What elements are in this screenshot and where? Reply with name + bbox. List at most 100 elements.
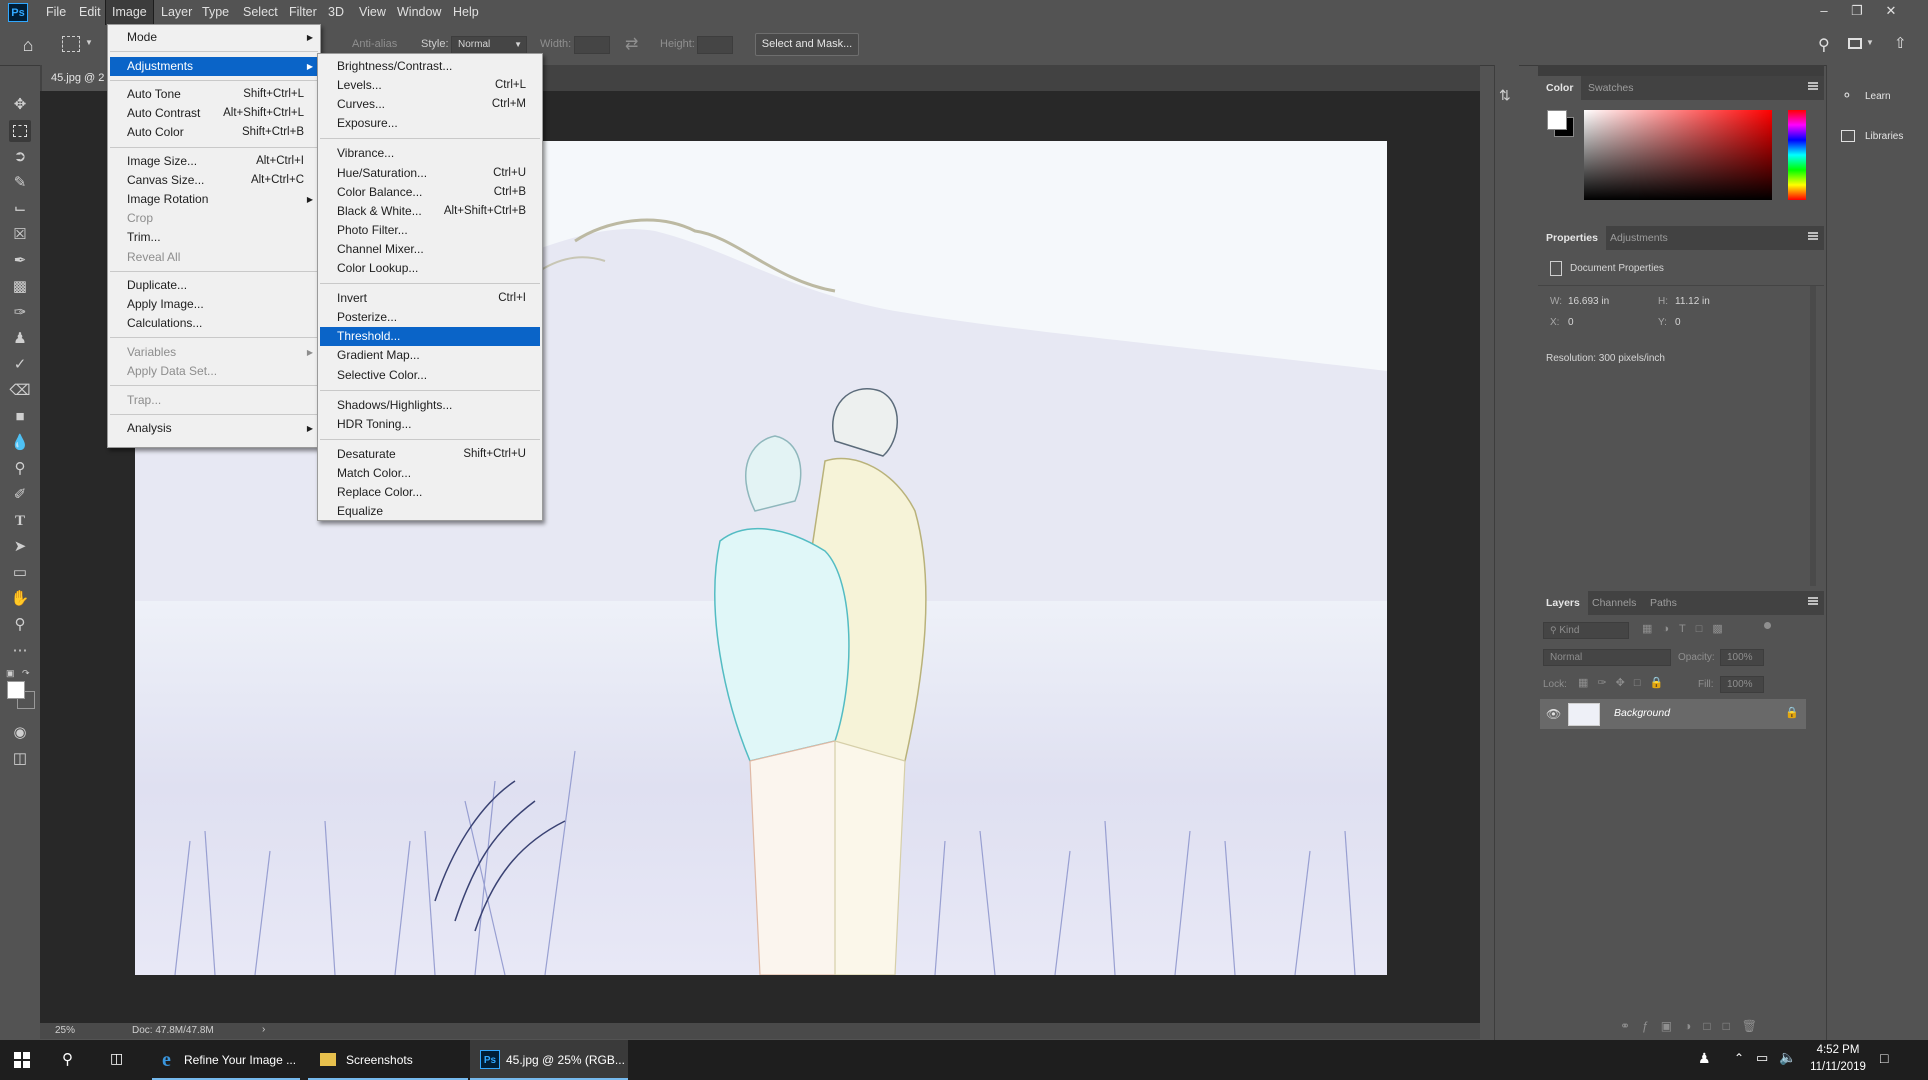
menu-item-duplicate[interactable]: Duplicate... bbox=[110, 276, 318, 295]
width-input[interactable] bbox=[574, 36, 610, 54]
eraser-tool-icon[interactable]: ⌫ bbox=[9, 380, 31, 402]
taskbar-app-edge[interactable]: e Refine Your Image ... bbox=[152, 1040, 300, 1080]
crop-tool-icon[interactable]: ⌙ bbox=[9, 198, 31, 220]
menu-window[interactable]: Window bbox=[391, 0, 447, 25]
menu-item-selective-color[interactable]: Selective Color... bbox=[320, 366, 540, 385]
network-icon[interactable]: ▭ bbox=[1756, 1050, 1768, 1066]
search-icon[interactable]: ⚲ bbox=[1818, 35, 1830, 55]
menu-item-apply-image[interactable]: Apply Image... bbox=[110, 295, 318, 314]
menu-item-auto-contrast[interactable]: Auto Contrast Alt+Shift+Ctrl+L bbox=[110, 104, 318, 123]
type-tool-icon[interactable]: T bbox=[9, 510, 31, 532]
h-value[interactable]: 11.12 in bbox=[1675, 296, 1710, 307]
foreground-color-swatch[interactable] bbox=[7, 681, 25, 699]
menu-item-threshold[interactable]: Threshold... bbox=[320, 327, 540, 347]
w-value[interactable]: 16.693 in bbox=[1568, 296, 1609, 307]
panel-menu-icon[interactable] bbox=[1808, 82, 1818, 90]
menu-item-replace-color[interactable]: Replace Color... bbox=[320, 483, 540, 502]
minimize-icon[interactable]: – bbox=[1811, 2, 1837, 20]
tab-paths[interactable]: Paths bbox=[1642, 591, 1685, 615]
brush-tool-icon[interactable]: ✑ bbox=[9, 302, 31, 324]
blend-mode-select[interactable]: Normal bbox=[1543, 649, 1671, 666]
history-icon[interactable]: ⇅ bbox=[1499, 87, 1511, 104]
history-brush-tool-icon[interactable]: ✓ bbox=[9, 354, 31, 376]
menu-item-invert[interactable]: Invert Ctrl+I bbox=[320, 289, 540, 308]
menu-item-levels[interactable]: Levels... Ctrl+L bbox=[320, 76, 540, 95]
menu-item-calculations[interactable]: Calculations... bbox=[110, 314, 318, 333]
zoom-level[interactable]: 25% bbox=[55, 1025, 75, 1036]
blur-tool-icon[interactable]: 💧 bbox=[9, 432, 31, 454]
menu-item-trim[interactable]: Trim... bbox=[110, 228, 318, 247]
menu-filter[interactable]: Filter bbox=[283, 0, 323, 25]
rectangular-marquee-tool-icon[interactable] bbox=[9, 120, 31, 142]
menu-item-channel-mixer[interactable]: Channel Mixer... bbox=[320, 240, 540, 259]
menu-item-color-lookup[interactable]: Color Lookup... bbox=[320, 259, 540, 278]
menu-item-desaturate[interactable]: Desaturate Shift+Ctrl+U bbox=[320, 445, 540, 464]
healing-brush-tool-icon[interactable]: ▩ bbox=[9, 276, 31, 298]
volume-icon[interactable]: 🔈 bbox=[1779, 1049, 1796, 1066]
menu-item-match-color[interactable]: Match Color... bbox=[320, 464, 540, 483]
menu-item-gradient-map[interactable]: Gradient Map... bbox=[320, 346, 540, 365]
lightbulb-icon[interactable]: ⚬ bbox=[1841, 87, 1853, 104]
learn-button[interactable]: Learn bbox=[1865, 91, 1891, 102]
menu-item-equalize[interactable]: Equalize bbox=[320, 502, 540, 521]
menu-item-image-size[interactable]: Image Size... Alt+Ctrl+I bbox=[110, 152, 318, 171]
dodge-tool-icon[interactable]: ⚲ bbox=[9, 458, 31, 480]
clone-stamp-tool-icon[interactable]: ♟ bbox=[9, 328, 31, 350]
clock-time[interactable]: 4:52 PM bbox=[1808, 1044, 1868, 1056]
layer-name[interactable]: Background bbox=[1614, 707, 1670, 719]
tab-swatches[interactable]: Swatches bbox=[1580, 76, 1642, 100]
tab-properties[interactable]: Properties bbox=[1538, 226, 1606, 250]
frame-tool-icon[interactable]: ☒ bbox=[9, 224, 31, 246]
menu-item-color-balance[interactable]: Color Balance... Ctrl+B bbox=[320, 183, 540, 202]
tab-channels[interactable]: Channels bbox=[1584, 591, 1644, 615]
y-value[interactable]: 0 bbox=[1675, 317, 1681, 328]
photoshop-logo[interactable]: Ps bbox=[8, 3, 28, 22]
swap-icon[interactable]: ⇄ bbox=[625, 34, 638, 54]
menu-item-mode[interactable]: Mode ▶ bbox=[110, 28, 318, 47]
menu-layer[interactable]: Layer bbox=[155, 0, 198, 25]
tab-color[interactable]: Color bbox=[1538, 76, 1582, 100]
menu-view[interactable]: View bbox=[353, 0, 392, 25]
share-icon[interactable]: ⇧ bbox=[1894, 34, 1907, 52]
document-tab[interactable]: 45.jpg @ 2 bbox=[42, 65, 112, 91]
swap-colors-icon[interactable]: ↷ bbox=[22, 668, 30, 679]
menu-item-hue-saturation[interactable]: Hue/Saturation... Ctrl+U bbox=[320, 164, 540, 183]
menu-item-posterize[interactable]: Posterize... bbox=[320, 308, 540, 327]
menu-item-hdr-toning[interactable]: HDR Toning... bbox=[320, 415, 540, 434]
panel-menu-icon[interactable] bbox=[1808, 597, 1818, 605]
chevron-down-icon[interactable]: ▼ bbox=[1866, 38, 1874, 47]
opacity-input[interactable]: 100% bbox=[1720, 649, 1764, 666]
windows-start-icon[interactable] bbox=[14, 1052, 30, 1068]
foreground-color-chip[interactable] bbox=[1547, 110, 1567, 130]
quick-selection-tool-icon[interactable]: ✎ bbox=[9, 172, 31, 194]
restore-icon[interactable]: ❐ bbox=[1844, 2, 1870, 20]
menu-edit[interactable]: Edit bbox=[73, 0, 107, 25]
chevron-up-icon[interactable]: ⌃ bbox=[1734, 1051, 1744, 1065]
lasso-tool-icon[interactable]: ➲ bbox=[9, 146, 31, 168]
properties-scrollbar[interactable] bbox=[1810, 286, 1816, 586]
screen-mode-icon[interactable]: ◫ bbox=[9, 748, 31, 770]
menu-item-analysis[interactable]: Analysis ▶ bbox=[110, 419, 318, 438]
menu-type[interactable]: Type bbox=[196, 0, 235, 25]
workspace-icon[interactable] bbox=[1848, 38, 1862, 49]
zoom-tool-icon[interactable]: ⚲ bbox=[9, 614, 31, 636]
pen-tool-icon[interactable]: ✐ bbox=[9, 484, 31, 506]
menu-item-adjustments[interactable]: Adjustments ▶ bbox=[110, 56, 318, 76]
menu-item-brightness-contrast[interactable]: Brightness/Contrast... bbox=[320, 57, 540, 76]
height-input[interactable] bbox=[697, 36, 733, 54]
eye-icon[interactable]: 👁 bbox=[1546, 707, 1561, 721]
libraries-icon[interactable] bbox=[1841, 130, 1855, 142]
libraries-button[interactable]: Libraries bbox=[1865, 131, 1903, 142]
hue-slider[interactable] bbox=[1788, 110, 1806, 200]
x-value[interactable]: 0 bbox=[1568, 317, 1574, 328]
people-icon[interactable]: ♟ bbox=[1698, 1050, 1711, 1067]
panel-menu-icon[interactable] bbox=[1808, 232, 1818, 240]
marquee-tool-icon[interactable] bbox=[62, 36, 80, 52]
tab-layers[interactable]: Layers bbox=[1538, 591, 1588, 615]
default-colors-icon[interactable]: ▣ bbox=[6, 668, 15, 679]
menu-item-exposure[interactable]: Exposure... bbox=[320, 114, 540, 133]
eyedropper-tool-icon[interactable]: ✒ bbox=[9, 250, 31, 272]
menu-help[interactable]: Help bbox=[447, 0, 485, 25]
menu-item-shadows-highlights[interactable]: Shadows/Highlights... bbox=[320, 396, 540, 415]
menu-file[interactable]: File bbox=[40, 0, 72, 25]
